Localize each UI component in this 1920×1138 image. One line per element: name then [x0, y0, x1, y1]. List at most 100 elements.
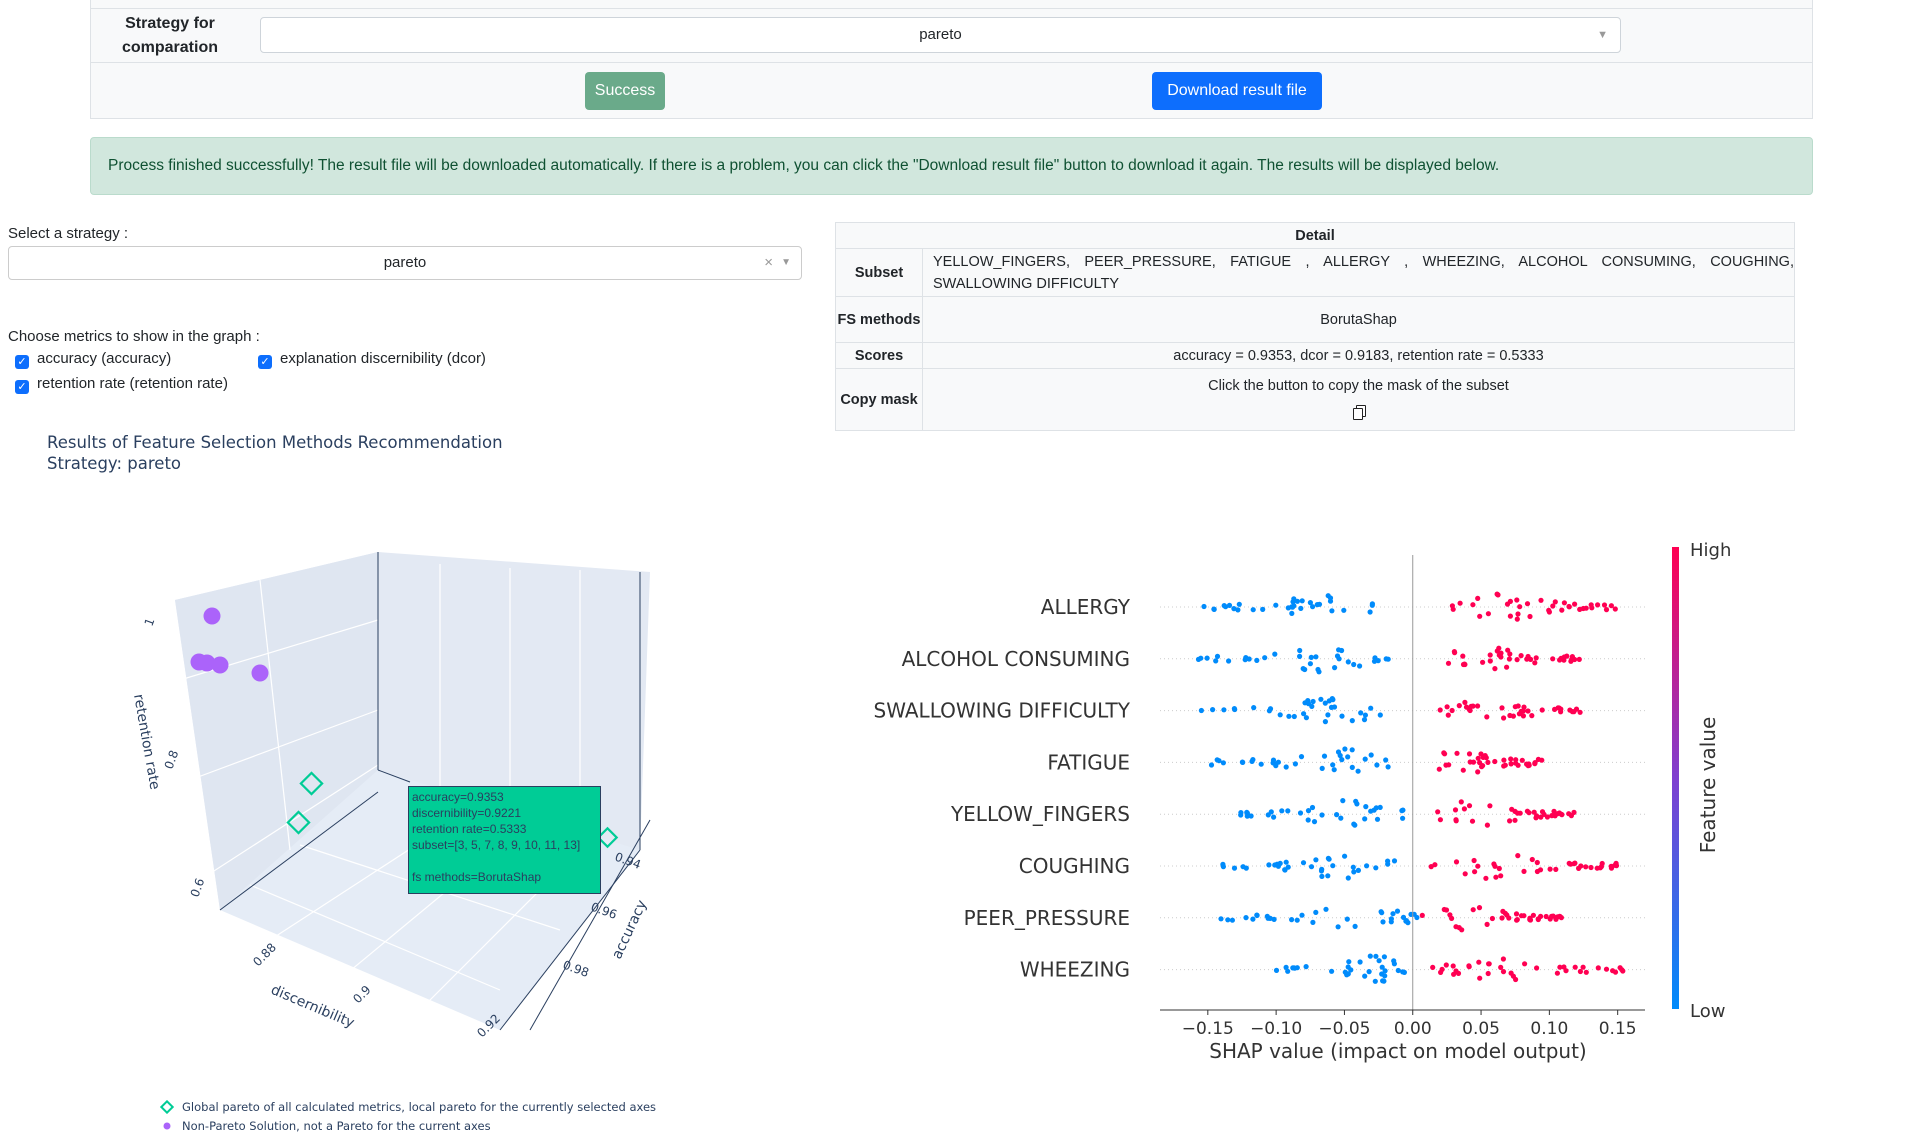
shap-point: [1477, 975, 1483, 981]
shap-point: [1449, 915, 1455, 921]
shap-point: [1437, 817, 1443, 823]
shap-point: [1451, 971, 1457, 977]
strategy-dropdown-value: pareto: [383, 254, 427, 271]
shap-point: [1307, 661, 1313, 667]
shap-point: [1500, 908, 1506, 914]
shap-point: [1213, 658, 1219, 664]
shap-point: [1514, 917, 1520, 923]
shap-point: [1476, 905, 1483, 911]
clear-icon[interactable]: ×: [764, 247, 773, 279]
shap-point: [1322, 719, 1328, 725]
shap-point: [1462, 699, 1468, 705]
x-tick-label: 0.10: [1530, 1019, 1568, 1039]
strategy-label: Strategy for comparation: [121, 15, 218, 56]
shap-point: [1507, 613, 1513, 619]
shap-point: [1362, 816, 1368, 822]
shap-point: [1260, 606, 1266, 612]
shap-point: [1506, 915, 1512, 921]
shap-point: [1561, 657, 1567, 663]
shap-point: [1508, 970, 1514, 976]
shap-point: [1377, 712, 1383, 718]
shap-point: [1334, 812, 1340, 818]
shap-point: [1353, 798, 1359, 804]
shap-point: [1325, 873, 1331, 879]
shap-point: [1458, 799, 1464, 805]
chevron-down-icon[interactable]: ▼: [781, 247, 791, 279]
shap-point: [1610, 968, 1616, 974]
shap-point: [1339, 647, 1345, 654]
shap-point: [1319, 866, 1325, 872]
metric-checkbox-retention[interactable]: ✓ retention rate (retention rate): [15, 375, 228, 394]
chevron-down-icon: ▼: [1597, 29, 1608, 41]
shap-point: [1461, 661, 1468, 667]
metric-checkbox-dcor[interactable]: ✓ explanation discernibility (dcor): [258, 350, 486, 369]
shap-point: [1452, 650, 1458, 656]
x-axis-ticks: −0.15 −0.10 −0.05 0.00 0.05 0.10 0.15: [1182, 1010, 1637, 1039]
success-button[interactable]: Success: [585, 72, 665, 110]
shap-point: [1577, 606, 1583, 612]
shap-point: [1452, 807, 1459, 813]
shap-point: [1262, 655, 1268, 661]
feature-label: ALLERGY: [1041, 595, 1131, 619]
shap-point: [1552, 706, 1558, 712]
success-alert: Process finished successfully! The resul…: [90, 137, 1813, 195]
checkbox-checked-icon[interactable]: ✓: [15, 355, 29, 369]
non-pareto-point[interactable]: [211, 656, 229, 674]
shap-point: [1595, 602, 1601, 608]
download-result-button[interactable]: Download result file: [1152, 72, 1322, 110]
shap-point: [1414, 914, 1420, 921]
shap-point: [1291, 603, 1297, 609]
shap-point: [1444, 704, 1450, 710]
shap-point: [1273, 602, 1279, 608]
shap-point: [1357, 663, 1363, 669]
shap-point: [1514, 616, 1520, 622]
shap-point: [1358, 710, 1364, 716]
shap-point: [1538, 597, 1544, 603]
shap-point: [1470, 907, 1476, 913]
shap-point: [1349, 718, 1355, 724]
shap-point: [1254, 657, 1260, 663]
shap-point: [1244, 809, 1250, 815]
shap-point: [1303, 964, 1309, 970]
shap-point: [1232, 706, 1238, 713]
checkbox-checked-icon[interactable]: ✓: [258, 355, 272, 369]
shap-point: [1513, 976, 1519, 983]
shap-point: [1443, 907, 1450, 913]
shap-point: [1374, 816, 1381, 822]
strategy-comparison-select[interactable]: pareto ▼: [260, 17, 1621, 53]
shap-point: [1250, 607, 1256, 613]
shap-point: [1453, 818, 1459, 824]
shap-point: [1521, 868, 1527, 874]
metric-checkbox-accuracy[interactable]: ✓ accuracy (accuracy): [15, 350, 171, 369]
shap-point: [1340, 798, 1346, 804]
hover-tooltip: accuracy=0.9353 discernibility=0.9221 re…: [408, 786, 601, 894]
checkbox-checked-icon[interactable]: ✓: [15, 380, 29, 394]
shap-point: [1435, 809, 1441, 815]
shap-point: [1345, 964, 1351, 970]
strategy-dropdown[interactable]: pareto × ▼: [8, 246, 802, 280]
legend-pareto[interactable]: Global pareto of all calculated metrics,…: [159, 1099, 656, 1115]
shap-point: [1567, 707, 1573, 713]
shap-point: [1377, 804, 1383, 810]
x-tick-label: 0.00: [1394, 1019, 1432, 1039]
non-pareto-point[interactable]: [251, 664, 269, 682]
shap-point: [1355, 768, 1361, 774]
shap-point: [1549, 913, 1555, 919]
legend-non-pareto[interactable]: Non-Pareto Solution, not a Pareto for th…: [160, 1119, 491, 1133]
pareto-3d-plot[interactable]: 1 0.8 0.6 retention rate 0.88 0.9 0.92 d…: [0, 520, 820, 1040]
shap-point: [1390, 911, 1396, 917]
shap-point: [1453, 859, 1460, 865]
shap-point: [1374, 762, 1380, 768]
shap-point: [1568, 813, 1574, 819]
shap-point: [1366, 969, 1372, 975]
x-tick-label: −0.15: [1182, 1019, 1234, 1039]
shap-point: [1513, 911, 1520, 917]
shap-point: [1484, 822, 1490, 828]
copy-icon[interactable]: [1352, 404, 1366, 420]
shap-point: [1289, 610, 1295, 616]
shap-point: [1305, 817, 1311, 823]
shap-point: [1277, 860, 1283, 866]
shap-point: [1419, 912, 1425, 918]
non-pareto-point[interactable]: [203, 607, 221, 625]
shap-point: [1323, 906, 1329, 912]
